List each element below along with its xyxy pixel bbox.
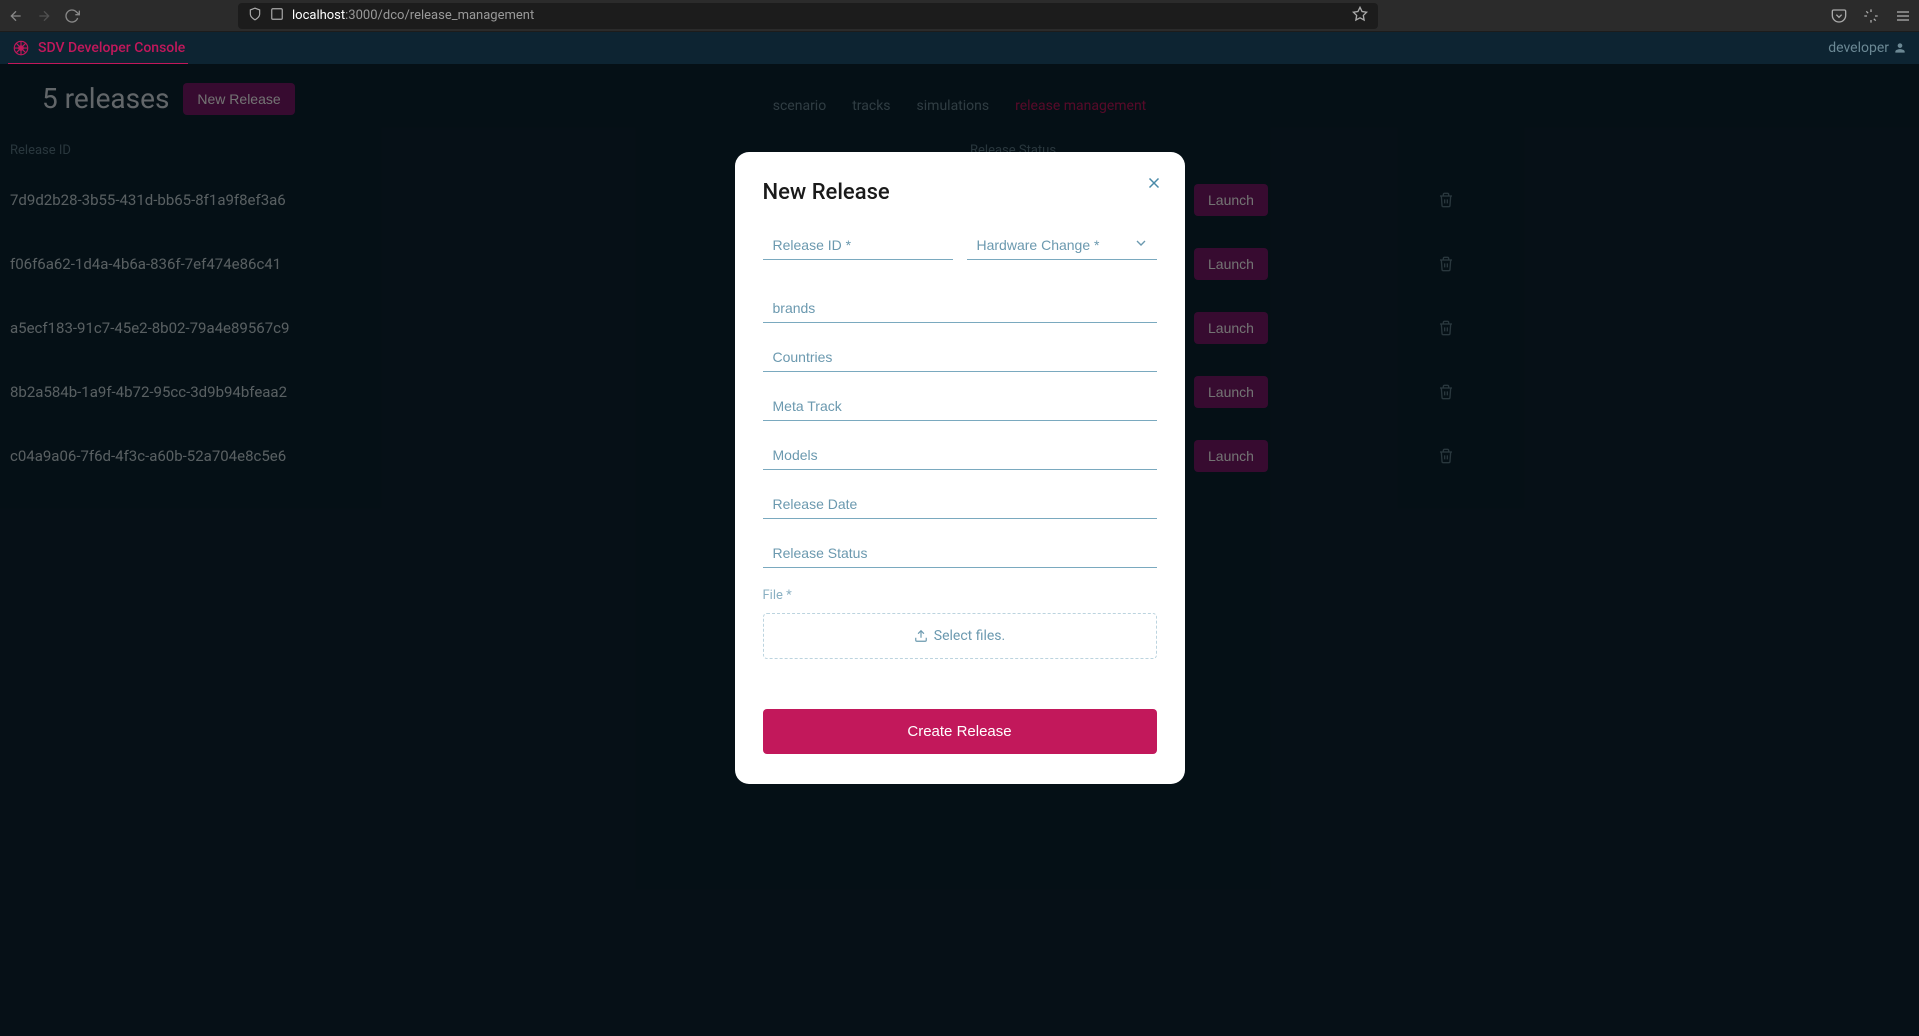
release-id-input[interactable]: [763, 229, 953, 260]
app-header: SDV Developer Console developer: [0, 32, 1919, 64]
brands-input[interactable]: [763, 292, 1157, 323]
release-date-input[interactable]: [763, 488, 1157, 519]
close-icon: [1145, 174, 1163, 192]
user-icon: [1893, 41, 1907, 55]
extensions-icon[interactable]: [1863, 8, 1879, 24]
countries-input[interactable]: [763, 341, 1157, 372]
logo-icon: [12, 39, 30, 57]
file-label: File *: [763, 588, 1157, 603]
models-input[interactable]: [763, 439, 1157, 470]
meta-track-input[interactable]: [763, 390, 1157, 421]
url-path: :3000/dco/release_management: [345, 8, 534, 23]
forward-icon[interactable]: [36, 8, 52, 24]
page-info-icon: [270, 6, 284, 25]
back-icon[interactable]: [8, 8, 24, 24]
url-host: localhost: [292, 8, 345, 23]
modal-close-button[interactable]: [1145, 174, 1163, 197]
user-label: developer: [1828, 40, 1889, 56]
shield-icon: [248, 6, 262, 25]
chrome-right-icons: [1831, 8, 1911, 24]
hardware-change-select[interactable]: [967, 229, 1157, 260]
browser-chrome: localhost:3000/dco/release_management: [0, 0, 1919, 32]
upload-icon: [914, 629, 928, 643]
modal-overlay: New Release File *: [0, 64, 1919, 1036]
hamburger-menu-icon[interactable]: [1895, 8, 1911, 24]
select-files-label: Select files.: [934, 628, 1005, 644]
app-title: SDV Developer Console: [38, 40, 185, 56]
pocket-icon[interactable]: [1831, 8, 1847, 24]
modal-title: New Release: [763, 180, 1157, 205]
url-text: localhost:3000/dco/release_management: [292, 8, 534, 23]
nav-arrows: [8, 8, 80, 24]
app-body: 5 releases New Release scenario tracks s…: [0, 64, 1919, 1036]
new-release-modal: New Release File *: [735, 152, 1185, 784]
release-status-input[interactable]: [763, 537, 1157, 568]
user-badge[interactable]: developer: [1828, 40, 1907, 56]
app-logo[interactable]: SDV Developer Console: [12, 39, 185, 57]
bookmark-star-icon[interactable]: [1352, 6, 1368, 26]
create-release-button[interactable]: Create Release: [763, 709, 1157, 754]
file-drop-zone[interactable]: Select files.: [763, 613, 1157, 659]
reload-icon[interactable]: [64, 8, 80, 24]
url-bar[interactable]: localhost:3000/dco/release_management: [238, 3, 1378, 29]
